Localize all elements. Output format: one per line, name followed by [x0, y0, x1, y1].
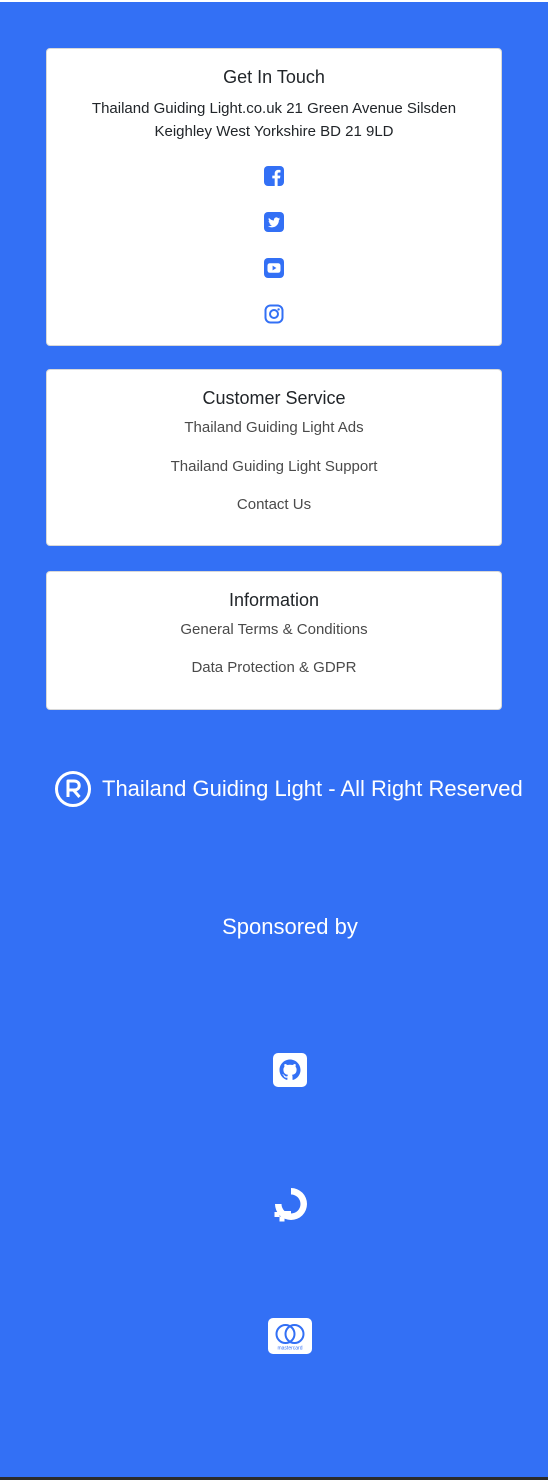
- github-icon[interactable]: [273, 1053, 307, 1087]
- customer-service-card: Customer Service Thailand Guiding Light …: [46, 369, 502, 546]
- mastercard-icon[interactable]: mastercard: [268, 1318, 312, 1354]
- address-line-2: Keighley West Yorkshire BD 21 9LD: [154, 123, 394, 140]
- get-in-touch-title: Get In Touch: [223, 67, 325, 87]
- copyright: Thailand Guiding Light - All Right Reser…: [54, 770, 523, 808]
- registered-icon: [54, 770, 92, 808]
- ads-link[interactable]: Thailand Guiding Light Ads: [47, 418, 501, 438]
- gdpr-link[interactable]: Data Protection & GDPR: [47, 658, 501, 678]
- information-card: Information General Terms & Conditions D…: [46, 571, 502, 710]
- youtube-icon[interactable]: [263, 257, 285, 279]
- sponsored-label: Sponsored by: [222, 914, 358, 939]
- information-title: Information: [228, 590, 320, 610]
- contact-us-link[interactable]: Contact Us: [47, 495, 501, 515]
- mastercard-wordmark: mastercard: [277, 1346, 302, 1352]
- get-in-touch-card: Get In Touch Thailand Guiding Light.co.u…: [46, 48, 502, 346]
- twitter-icon[interactable]: [263, 211, 285, 233]
- instagram-icon[interactable]: [263, 303, 285, 325]
- digitalocean-icon[interactable]: [271, 1185, 311, 1225]
- customer-service-title: Customer Service: [202, 388, 346, 408]
- terms-link[interactable]: General Terms & Conditions: [47, 620, 501, 640]
- footer-background: Get In Touch Thailand Guiding Light.co.u…: [0, 2, 548, 1478]
- facebook-icon[interactable]: [263, 165, 285, 187]
- address-line-1: Thailand Guiding Light.co.uk 21 Green Av…: [91, 100, 457, 117]
- copyright-text: Thailand Guiding Light - All Right Reser…: [102, 776, 523, 801]
- support-link[interactable]: Thailand Guiding Light Support: [47, 457, 501, 477]
